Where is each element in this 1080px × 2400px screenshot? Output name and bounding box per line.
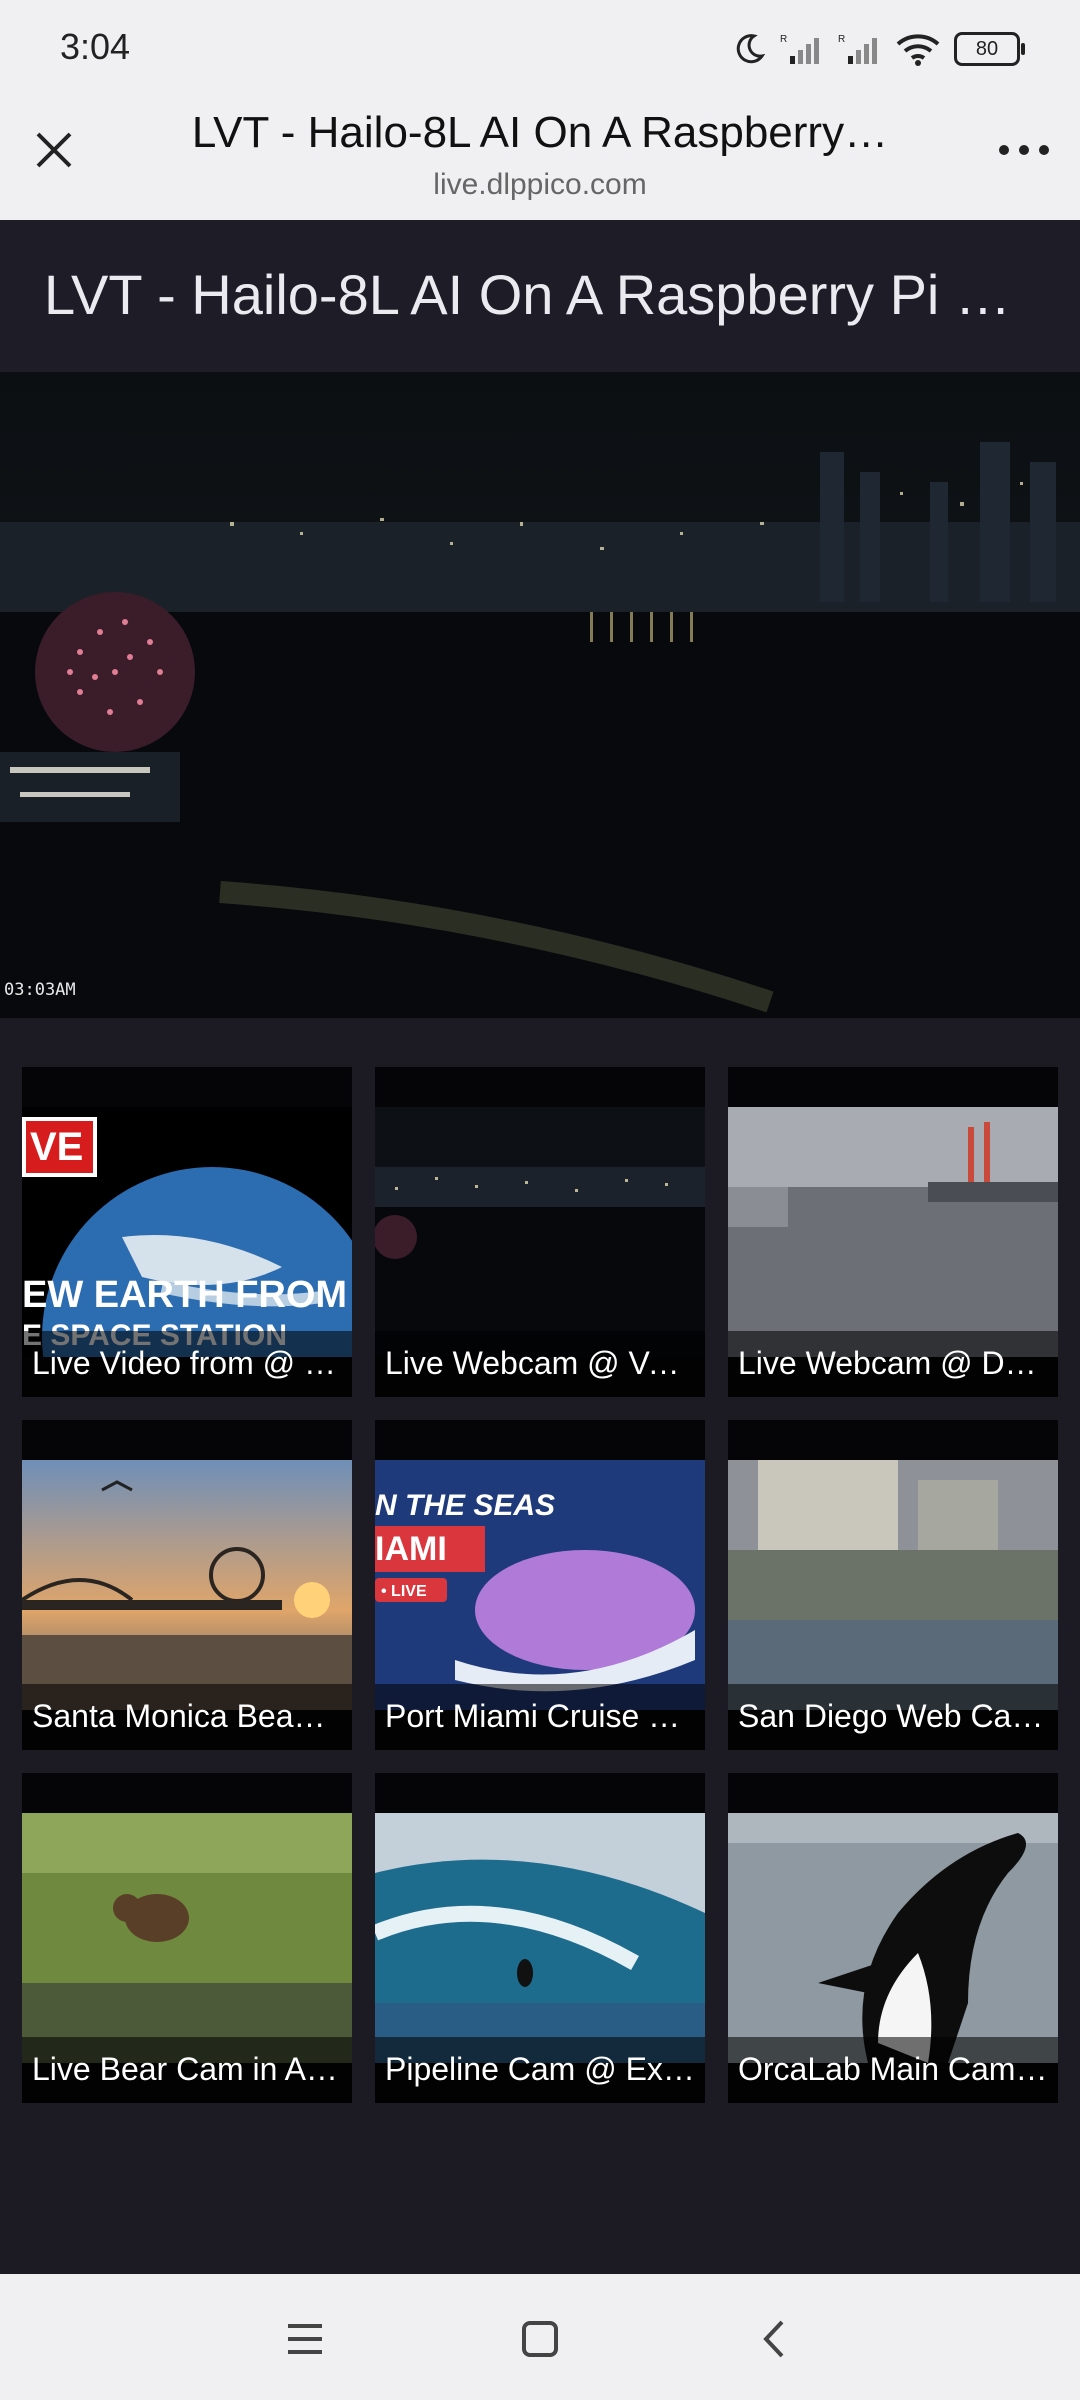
menu-icon[interactable]	[280, 2314, 330, 2364]
tile-title: Pipeline Cam @ Ex…	[385, 2051, 695, 2087]
video-tile[interactable]: Live Webcam @ Va…	[375, 1067, 705, 1397]
wifi-icon	[896, 34, 940, 66]
video-tile[interactable]: Santa Monica Bea…	[22, 1420, 352, 1750]
thumbnail	[375, 1813, 705, 2063]
tile-caption: Live Bear Cam in A…	[22, 2037, 352, 2103]
tile-title: Live Bear Cam in A…	[32, 2051, 338, 2087]
thumbnail-text: N THE SEAS	[375, 1489, 555, 1522]
video-tile[interactable]: Live Webcam @ Du…	[728, 1067, 1058, 1397]
video-player[interactable]: 03:03AM	[0, 372, 1080, 1018]
thumbnail	[728, 1460, 1058, 1710]
video-tile[interactable]: N THE SEAS IAMI • LIVE Port Miami Cruise…	[375, 1420, 705, 1750]
svg-text:R: R	[838, 34, 845, 45]
tile-caption: Pipeline Cam @ Ex…	[375, 2037, 705, 2103]
thumbnail: VE EW EARTH FROM E SPACE STATION	[22, 1107, 352, 1357]
video-tile[interactable]: Live Bear Cam in A…	[22, 1773, 352, 2103]
close-icon[interactable]	[26, 122, 82, 178]
video-tile[interactable]: Pipeline Cam @ Ex…	[375, 1773, 705, 2103]
thumbnail	[22, 1460, 352, 1710]
tile-title: Live Webcam @ Va…	[385, 1345, 697, 1381]
video-tile[interactable]: VE EW EARTH FROM E SPACE STATION Live Vi…	[22, 1067, 352, 1397]
browser-url: live.dlppico.com	[433, 168, 647, 201]
thumbnail	[375, 1107, 705, 1357]
more-icon[interactable]	[994, 138, 1054, 162]
status-time: 3:04	[60, 26, 131, 67]
status-bar: 3:04 R R 80	[0, 0, 1080, 96]
thumbnail-text: IAMI	[375, 1530, 447, 1568]
tile-caption: Live Webcam @ Va…	[375, 1331, 705, 1397]
video-tile[interactable]: San Diego Web Ca…	[728, 1420, 1058, 1750]
tile-caption: Live Webcam @ Du…	[728, 1331, 1058, 1397]
tile-title: Live Webcam @ Du…	[738, 1345, 1050, 1381]
thumbnail	[728, 1813, 1058, 2063]
tile-title: Santa Monica Bea…	[32, 1698, 326, 1734]
thumbnail: N THE SEAS IAMI • LIVE	[375, 1460, 705, 1710]
tile-caption: San Diego Web Ca…	[728, 1684, 1058, 1750]
home-icon[interactable]	[515, 2314, 565, 2364]
live-badge: VE	[30, 1125, 83, 1169]
thumbnail	[22, 1813, 352, 2063]
thumbnail-text: EW EARTH FROM	[22, 1274, 347, 1316]
browser-title: LVT - Hailo-8L AI On A Raspberry…	[191, 108, 889, 157]
moon-icon	[736, 34, 766, 64]
tile-title: Live Video from @ …	[32, 1345, 337, 1381]
page-header: LVT - Hailo-8L AI On A Raspberry Pi …	[0, 220, 1080, 372]
battery-icon: 80	[954, 32, 1025, 66]
back-icon[interactable]	[750, 2314, 800, 2364]
tile-caption: Live Video from @ …	[22, 1331, 352, 1397]
page-title: LVT - Hailo-8L AI On A Raspberry Pi …	[44, 263, 1011, 326]
tile-title: Port Miami Cruise …	[385, 1698, 681, 1734]
live-badge: • LIVE	[381, 1583, 427, 1600]
thumbnail	[728, 1107, 1058, 1357]
tile-caption: OrcaLab Main Cam…	[728, 2037, 1058, 2103]
signal-icon: R	[780, 34, 819, 64]
tile-caption: Port Miami Cruise …	[375, 1684, 705, 1750]
system-nav-bar	[0, 2274, 1080, 2400]
video-timestamp: 03:03AM	[4, 980, 76, 1000]
tile-title: San Diego Web Ca…	[738, 1698, 1044, 1734]
video-tile[interactable]: OrcaLab Main Cam…	[728, 1773, 1058, 2103]
video-frame	[0, 372, 1080, 1018]
browser-header: LVT - Hailo-8L AI On A Raspberry… live.d…	[0, 96, 1080, 220]
tile-caption: Santa Monica Bea…	[22, 1684, 352, 1750]
signal-icon: R	[838, 34, 877, 64]
status-icons: R R 80	[732, 26, 1025, 72]
svg-text:R: R	[780, 34, 787, 45]
tile-title: OrcaLab Main Cam…	[738, 2051, 1048, 2087]
